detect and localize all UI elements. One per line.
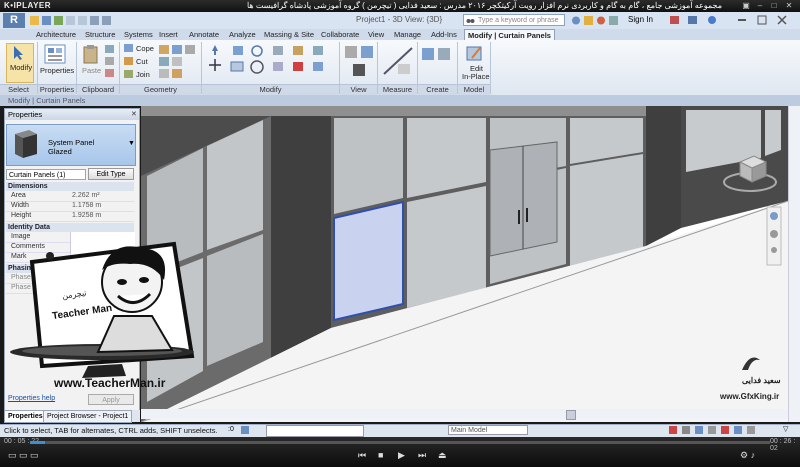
tab-annotate[interactable]: Annotate (189, 29, 219, 40)
main-model-dropdown[interactable]: Main Model (448, 425, 528, 435)
palette-close-icon[interactable]: ✕ (131, 110, 137, 118)
teacherman-url: www.TeacherMan.ir (54, 376, 166, 390)
properties-header: Properties (5, 109, 139, 120)
paste-icon[interactable] (82, 44, 100, 64)
gfxking-author: سعید فدایی (742, 376, 781, 385)
tab-collaborate[interactable]: Collaborate (321, 29, 359, 40)
properties-button-label: Properties (40, 66, 75, 75)
help-icons[interactable] (668, 14, 796, 26)
create-tools-icons[interactable] (420, 44, 456, 80)
context-label: Modify | Curtain Panels (8, 96, 86, 105)
3d-viewport[interactable] (141, 106, 788, 422)
apply-button[interactable]: Apply (88, 394, 134, 405)
properties-help-link[interactable]: Properties help (8, 395, 55, 402)
properties-icon[interactable] (44, 44, 66, 64)
document-title: Project1 - 3D View: {3D} (356, 15, 443, 24)
player-play-icon[interactable]: ▶ (398, 450, 405, 461)
join-button[interactable]: Join (136, 70, 150, 79)
cope-button[interactable]: Cope (136, 44, 154, 53)
status-message: Click to select, TAB for alternates, CTR… (4, 426, 218, 435)
player-left-buttons[interactable]: ▭ ▭ ▭ (8, 450, 39, 461)
player-seekbar[interactable] (30, 441, 770, 444)
tab-insert[interactable]: Insert (159, 29, 178, 40)
player-video-title: مجموعه آموزشی جامع ، گام به گام و کاربرد… (246, 1, 722, 10)
horizontal-scrollbar[interactable] (141, 409, 788, 419)
cursor-arrow-icon (14, 46, 23, 60)
revit-app-menu-button[interactable]: R (3, 13, 25, 28)
tab-manage[interactable]: Manage (394, 29, 421, 40)
infocenter-icons[interactable] (571, 15, 621, 26)
design-option-dropdown[interactable] (266, 425, 364, 437)
player-forward-icon[interactable]: ⏭ (418, 450, 426, 461)
filter-icon[interactable]: ▽ (783, 425, 788, 433)
panel-geometry: Geometry (120, 84, 201, 95)
group-identity-data[interactable]: Identity Data (6, 223, 134, 232)
tab-massing-site[interactable]: Massing & Site (264, 29, 314, 40)
cut-icon (124, 57, 133, 65)
edit-type-button[interactable]: Edit Type (88, 168, 134, 180)
options-bar (0, 95, 800, 106)
tab-add-ins[interactable]: Add-Ins (431, 29, 457, 40)
selection-filter-icons[interactable] (668, 425, 778, 435)
view-tools-icons[interactable] (343, 44, 377, 80)
edit-in-place-label-2: In-Place (462, 72, 490, 81)
prop-row-height: Height 1.9258 m (6, 211, 134, 222)
panel-properties: Properties (38, 84, 76, 95)
edit-in-place-icon[interactable] (466, 44, 484, 62)
gfxking-logo-icon (742, 357, 760, 370)
clipboard-small-icons[interactable] (104, 44, 116, 80)
group-dimensions[interactable]: Dimensions (6, 182, 134, 191)
tab-systems[interactable]: Systems (124, 29, 153, 40)
player-seek-progress (30, 441, 45, 444)
panel-model: Model (458, 84, 490, 95)
tab-architecture[interactable]: Architecture (36, 29, 76, 40)
player-stop-icon[interactable]: ■ (378, 450, 383, 460)
maximize-icon[interactable]: □ (768, 1, 780, 11)
type-family-name: System Panel (48, 138, 95, 147)
tab-analyze[interactable]: Analyze (229, 29, 256, 40)
panel-modify: Modify (202, 84, 339, 95)
sign-in-button[interactable]: Sign In (628, 15, 653, 24)
panel-clipboard: Clipboard (77, 84, 119, 95)
view-cube-icon[interactable] (722, 152, 778, 194)
player-settings-icon[interactable]: ⚙ ♪ (740, 450, 755, 461)
search-input[interactable]: Type a keyword or phrase (463, 14, 565, 26)
horizontal-scroll-thumb[interactable] (566, 410, 576, 420)
close-icon[interactable]: ✕ (783, 1, 795, 11)
modify-tools-icons[interactable] (205, 43, 339, 83)
geometry-tools-icons[interactable] (158, 44, 198, 80)
pin-icon[interactable]: ▣ (740, 1, 752, 11)
player-eject-icon[interactable]: ⏏ (438, 450, 447, 461)
zero-indicator: :0 (228, 426, 234, 433)
join-icon (124, 70, 133, 78)
panel-select[interactable]: Select (0, 84, 37, 95)
measure-tools-icons[interactable] (382, 44, 416, 80)
tab-structure[interactable]: Structure (85, 29, 115, 40)
navigation-bar[interactable] (766, 206, 782, 266)
panel-create: Create (418, 84, 457, 95)
curtain-panel-thumbnail (15, 130, 37, 158)
cope-icon (124, 44, 133, 52)
quick-access-toolbar[interactable] (30, 15, 120, 26)
cut-button[interactable]: Cut (136, 57, 148, 66)
paste-label: Paste (82, 66, 102, 75)
player-brand: K•IPLAYER (4, 1, 52, 10)
instance-filter-dropdown[interactable]: Curtain Panels (1) (6, 169, 86, 180)
chevron-down-icon[interactable]: ▼ (128, 140, 135, 147)
tab-project-browser[interactable]: Project Browser - Project1 (43, 410, 133, 423)
workset-icon[interactable] (240, 425, 264, 435)
modify-label: Modify (10, 63, 33, 72)
panel-view: View (340, 84, 377, 95)
binoculars-icon (466, 19, 475, 23)
player-total-time: 00 : 26 : 02 (770, 438, 796, 452)
type-name: Glazed (48, 147, 72, 156)
minimize-icon[interactable]: – (754, 1, 766, 11)
panel-measure: Measure (378, 84, 417, 95)
vertical-scrollbar[interactable] (788, 106, 800, 422)
player-prev-icon[interactable]: ⏮ (358, 450, 366, 461)
curtain-wall-drawing (141, 106, 788, 422)
tab-view[interactable]: View (368, 29, 384, 40)
tab-properties[interactable]: Properties (4, 410, 47, 423)
gfxking-url: www.GfxKing.ir (720, 392, 780, 401)
